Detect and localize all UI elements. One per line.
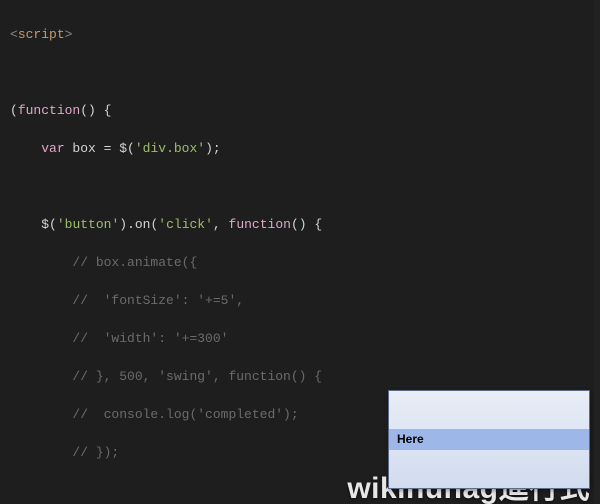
code-editor[interactable]: <<script>script> (function() { var box =… <box>0 0 600 504</box>
autocomplete-popup[interactable]: Here <box>388 390 590 489</box>
comment: // box.animate({ <box>72 255 197 270</box>
scrollbar-vertical[interactable] <box>594 0 600 504</box>
selector-string: 'div.box' <box>135 141 205 156</box>
autocomplete-item[interactable]: Here <box>389 429 589 450</box>
keyword-var: var <box>41 141 64 156</box>
tag-open-bracket: < <box>10 27 18 42</box>
keyword-function: function <box>18 103 80 118</box>
